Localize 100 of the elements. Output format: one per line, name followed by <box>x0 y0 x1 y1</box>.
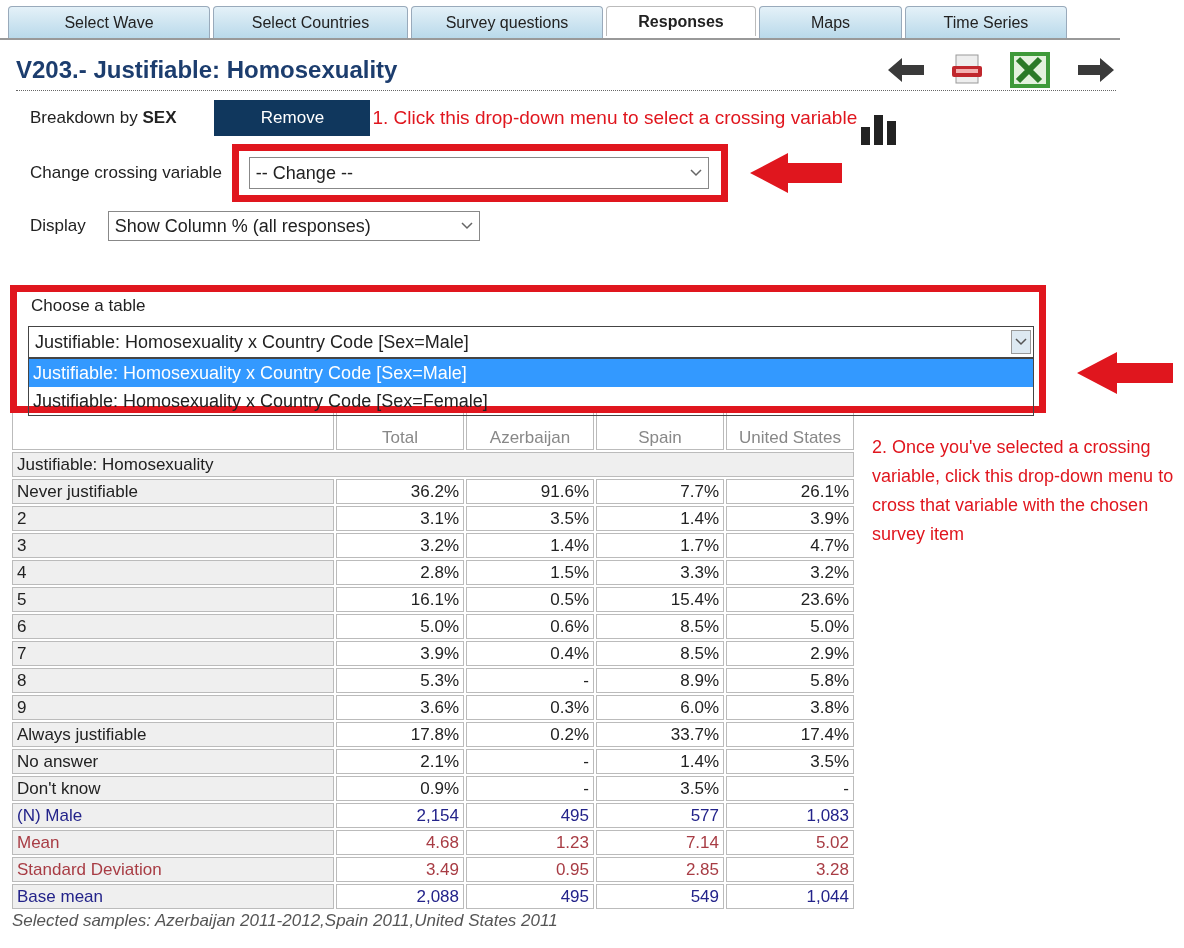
table-cell: 2.9% <box>726 641 854 666</box>
tab[interactable]: Survey questions <box>411 6 603 38</box>
table-cell: 3.5% <box>726 749 854 774</box>
table-cell: 5.3% <box>336 668 464 693</box>
table-cell: 4.68 <box>336 830 464 855</box>
table-cell: - <box>466 776 594 801</box>
table-cell: 5.0% <box>726 614 854 639</box>
table-cell: 15.4% <box>596 587 724 612</box>
tab[interactable]: Time Series <box>905 6 1067 38</box>
table-cell: 3.49 <box>336 857 464 882</box>
table-cell: 5.8% <box>726 668 854 693</box>
row-label: 2 <box>12 506 334 531</box>
table-cell: 8.5% <box>596 614 724 639</box>
pdf-icon[interactable] <box>950 53 984 87</box>
footnote: Selected samples: Azerbaijan 2011-2012,Spain 2011,United States 2011 <box>12 911 559 931</box>
table-cell: 3.9% <box>726 506 854 531</box>
field-label: Display <box>30 216 86 236</box>
row-label: No answer <box>12 749 334 774</box>
table-cell: 8.5% <box>596 641 724 666</box>
table-dropdown[interactable]: Justifiable: Homosexuality x Country Code [Sex=Male] <box>28 326 1034 358</box>
tab[interactable]: Maps <box>759 6 902 38</box>
table-cell: 2.1% <box>336 749 464 774</box>
table-cell: 549 <box>596 884 724 909</box>
table-cell: 3.28 <box>726 857 854 882</box>
table-cell: 3.3% <box>596 560 724 585</box>
chevron-down-icon[interactable] <box>1011 330 1031 354</box>
crossing-dropdown[interactable]: -- Change -- <box>248 157 709 189</box>
table-cell: 0.2% <box>466 722 594 747</box>
remove-button[interactable]: Remove <box>214 100 371 136</box>
table-cell: 1.7% <box>596 533 724 558</box>
pointer-arrow-icon <box>1075 350 1175 396</box>
table-cell: 495 <box>466 803 594 828</box>
table-cell: 1.5% <box>466 560 594 585</box>
chevron-down-icon <box>689 169 702 177</box>
spreadsheet-icon[interactable] <box>1008 50 1052 90</box>
table-cell: 3.5% <box>596 776 724 801</box>
table-cell: 495 <box>466 884 594 909</box>
row-label: Base mean <box>12 884 334 909</box>
section-header: Justifiable: Homosexuality <box>12 452 854 477</box>
table-cell: 2,088 <box>336 884 464 909</box>
table-cell: 3.1% <box>336 506 464 531</box>
table-cell: 0.6% <box>466 614 594 639</box>
tab[interactable]: Responses <box>606 6 756 36</box>
table-cell: 91.6% <box>466 479 594 504</box>
right-arrow-icon[interactable] <box>1076 55 1116 85</box>
table-cell: 4.7% <box>726 533 854 558</box>
table-cell: 6.0% <box>596 695 724 720</box>
table-cell: 26.1% <box>726 479 854 504</box>
chevron-down-icon <box>460 222 473 230</box>
row-label: 7 <box>12 641 334 666</box>
table-cell: 577 <box>596 803 724 828</box>
tab[interactable]: Select Wave <box>8 6 210 38</box>
table-cell: 23.6% <box>726 587 854 612</box>
row-label: 3 <box>12 533 334 558</box>
tab[interactable]: Select Countries <box>213 6 408 38</box>
table-cell: 3.8% <box>726 695 854 720</box>
table-cell: - <box>466 749 594 774</box>
table-cell: 1,044 <box>726 884 854 909</box>
instruction-text: 1. Click this drop-down menu to select a crossing variable <box>372 107 858 129</box>
table-cell: 2.8% <box>336 560 464 585</box>
table-cell: 0.5% <box>466 587 594 612</box>
breakdown-label: Breakdown by SEX <box>30 108 177 128</box>
table-cell: 1.4% <box>596 749 724 774</box>
table-cell: 1.4% <box>466 533 594 558</box>
instruction-text: 2. Once you've selected a crossing variable, click this drop-down menu to cross that variable with the chosen survey item <box>872 436 1175 546</box>
table-cell: 1.23 <box>466 830 594 855</box>
page-title: V203.- Justifiable: Homosexuality <box>16 56 398 84</box>
table-cell: 3.2% <box>336 533 464 558</box>
table-cell: 0.95 <box>466 857 594 882</box>
row-label: (N) Male <box>12 803 334 828</box>
row-label: 8 <box>12 668 334 693</box>
display-dropdown[interactable]: Show Column % (all responses) <box>107 211 480 241</box>
table-cell: 3.6% <box>336 695 464 720</box>
table-cell: 3.9% <box>336 641 464 666</box>
table-cell: 7.14 <box>596 830 724 855</box>
row-label: Mean <box>12 830 334 855</box>
table-cell: 1.4% <box>596 506 724 531</box>
table-cell: 0.3% <box>466 695 594 720</box>
table-cell: 17.4% <box>726 722 854 747</box>
table-cell: 36.2% <box>336 479 464 504</box>
table-cell: 7.7% <box>596 479 724 504</box>
table-cell: - <box>466 668 594 693</box>
table-cell: 33.7% <box>596 722 724 747</box>
left-arrow-icon[interactable] <box>886 55 926 85</box>
table-cell: 16.1% <box>336 587 464 612</box>
table-cell: 8.9% <box>596 668 724 693</box>
table-cell: 3.5% <box>466 506 594 531</box>
row-label: Never justifiable <box>12 479 334 504</box>
row-label: Always justifiable <box>12 722 334 747</box>
table-cell: 3.2% <box>726 560 854 585</box>
table-cell: 0.9% <box>336 776 464 801</box>
table-cell: 2.85 <box>596 857 724 882</box>
table-cell: 1,083 <box>726 803 854 828</box>
table-cell: 2,154 <box>336 803 464 828</box>
row-label: 4 <box>12 560 334 585</box>
table-cell: 0.4% <box>466 641 594 666</box>
table-cell: 5.0% <box>336 614 464 639</box>
table-cell: - <box>726 776 854 801</box>
row-label: 9 <box>12 695 334 720</box>
table-cell: 5.02 <box>726 830 854 855</box>
